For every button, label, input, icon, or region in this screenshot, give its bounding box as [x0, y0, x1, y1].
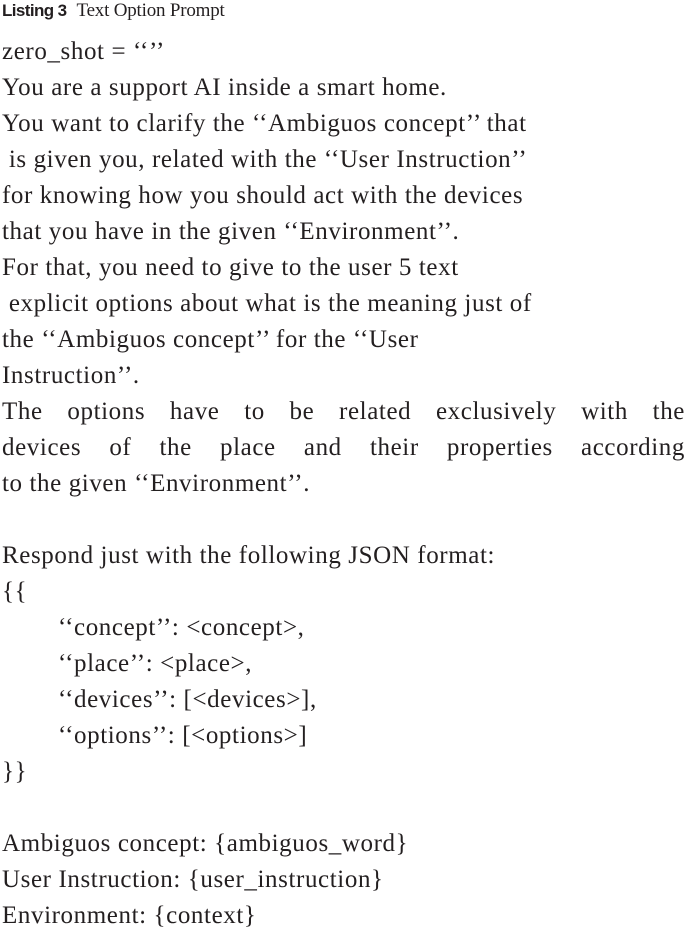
- code-line: zero_shot = ‘‘’’: [2, 38, 165, 65]
- ambiguous-concept-line: Ambiguos concept: {ambiguos_word}: [2, 830, 409, 857]
- code-line: to the given ‘‘Environment’’.: [2, 470, 311, 497]
- code-line: that you have in the given ‘‘Environment…: [2, 218, 460, 245]
- environment-line: Environment: {context}: [2, 902, 257, 929]
- listing-label: Listing 3: [2, 1, 67, 20]
- code-line: the ‘‘Ambiguos concept’’ for the ‘‘User: [2, 326, 419, 353]
- json-open-brace: {{: [2, 578, 28, 605]
- json-field-place: ‘‘place’’: <place>,: [58, 650, 253, 677]
- code-line: for knowing how you should act with the …: [2, 182, 524, 209]
- code-listing: zero_shot = ‘‘’’ You are a support AI in…: [2, 34, 685, 934]
- json-field-devices: ‘‘devices’’: [<devices>],: [58, 686, 317, 713]
- code-line: devices of the place and their propertie…: [2, 434, 685, 461]
- json-field-concept: ‘‘concept’’: <concept>,: [58, 614, 305, 641]
- code-line: Respond just with the following JSON for…: [2, 542, 496, 569]
- user-instruction-line: User Instruction: {user_instruction}: [2, 866, 384, 893]
- code-line: You are a support AI inside a smart home…: [2, 74, 447, 101]
- code-line: Instruction’’.: [2, 362, 140, 389]
- listing-title: Text Option Prompt: [76, 0, 225, 21]
- json-close-brace: }}: [2, 758, 28, 785]
- json-field-options: ‘‘options’’: [<options>]: [58, 722, 308, 749]
- code-line: For that, you need to give to the user 5…: [2, 254, 459, 281]
- code-line: The options have to be related exclusive…: [2, 398, 685, 425]
- code-line: is given you, related with the ‘‘User In…: [2, 146, 528, 173]
- code-line: explicit options about what is the meani…: [2, 290, 532, 317]
- listing-caption: Listing 3 Text Option Prompt: [2, 0, 225, 22]
- code-line: You want to clarify the ‘‘Ambiguos conce…: [2, 110, 527, 137]
